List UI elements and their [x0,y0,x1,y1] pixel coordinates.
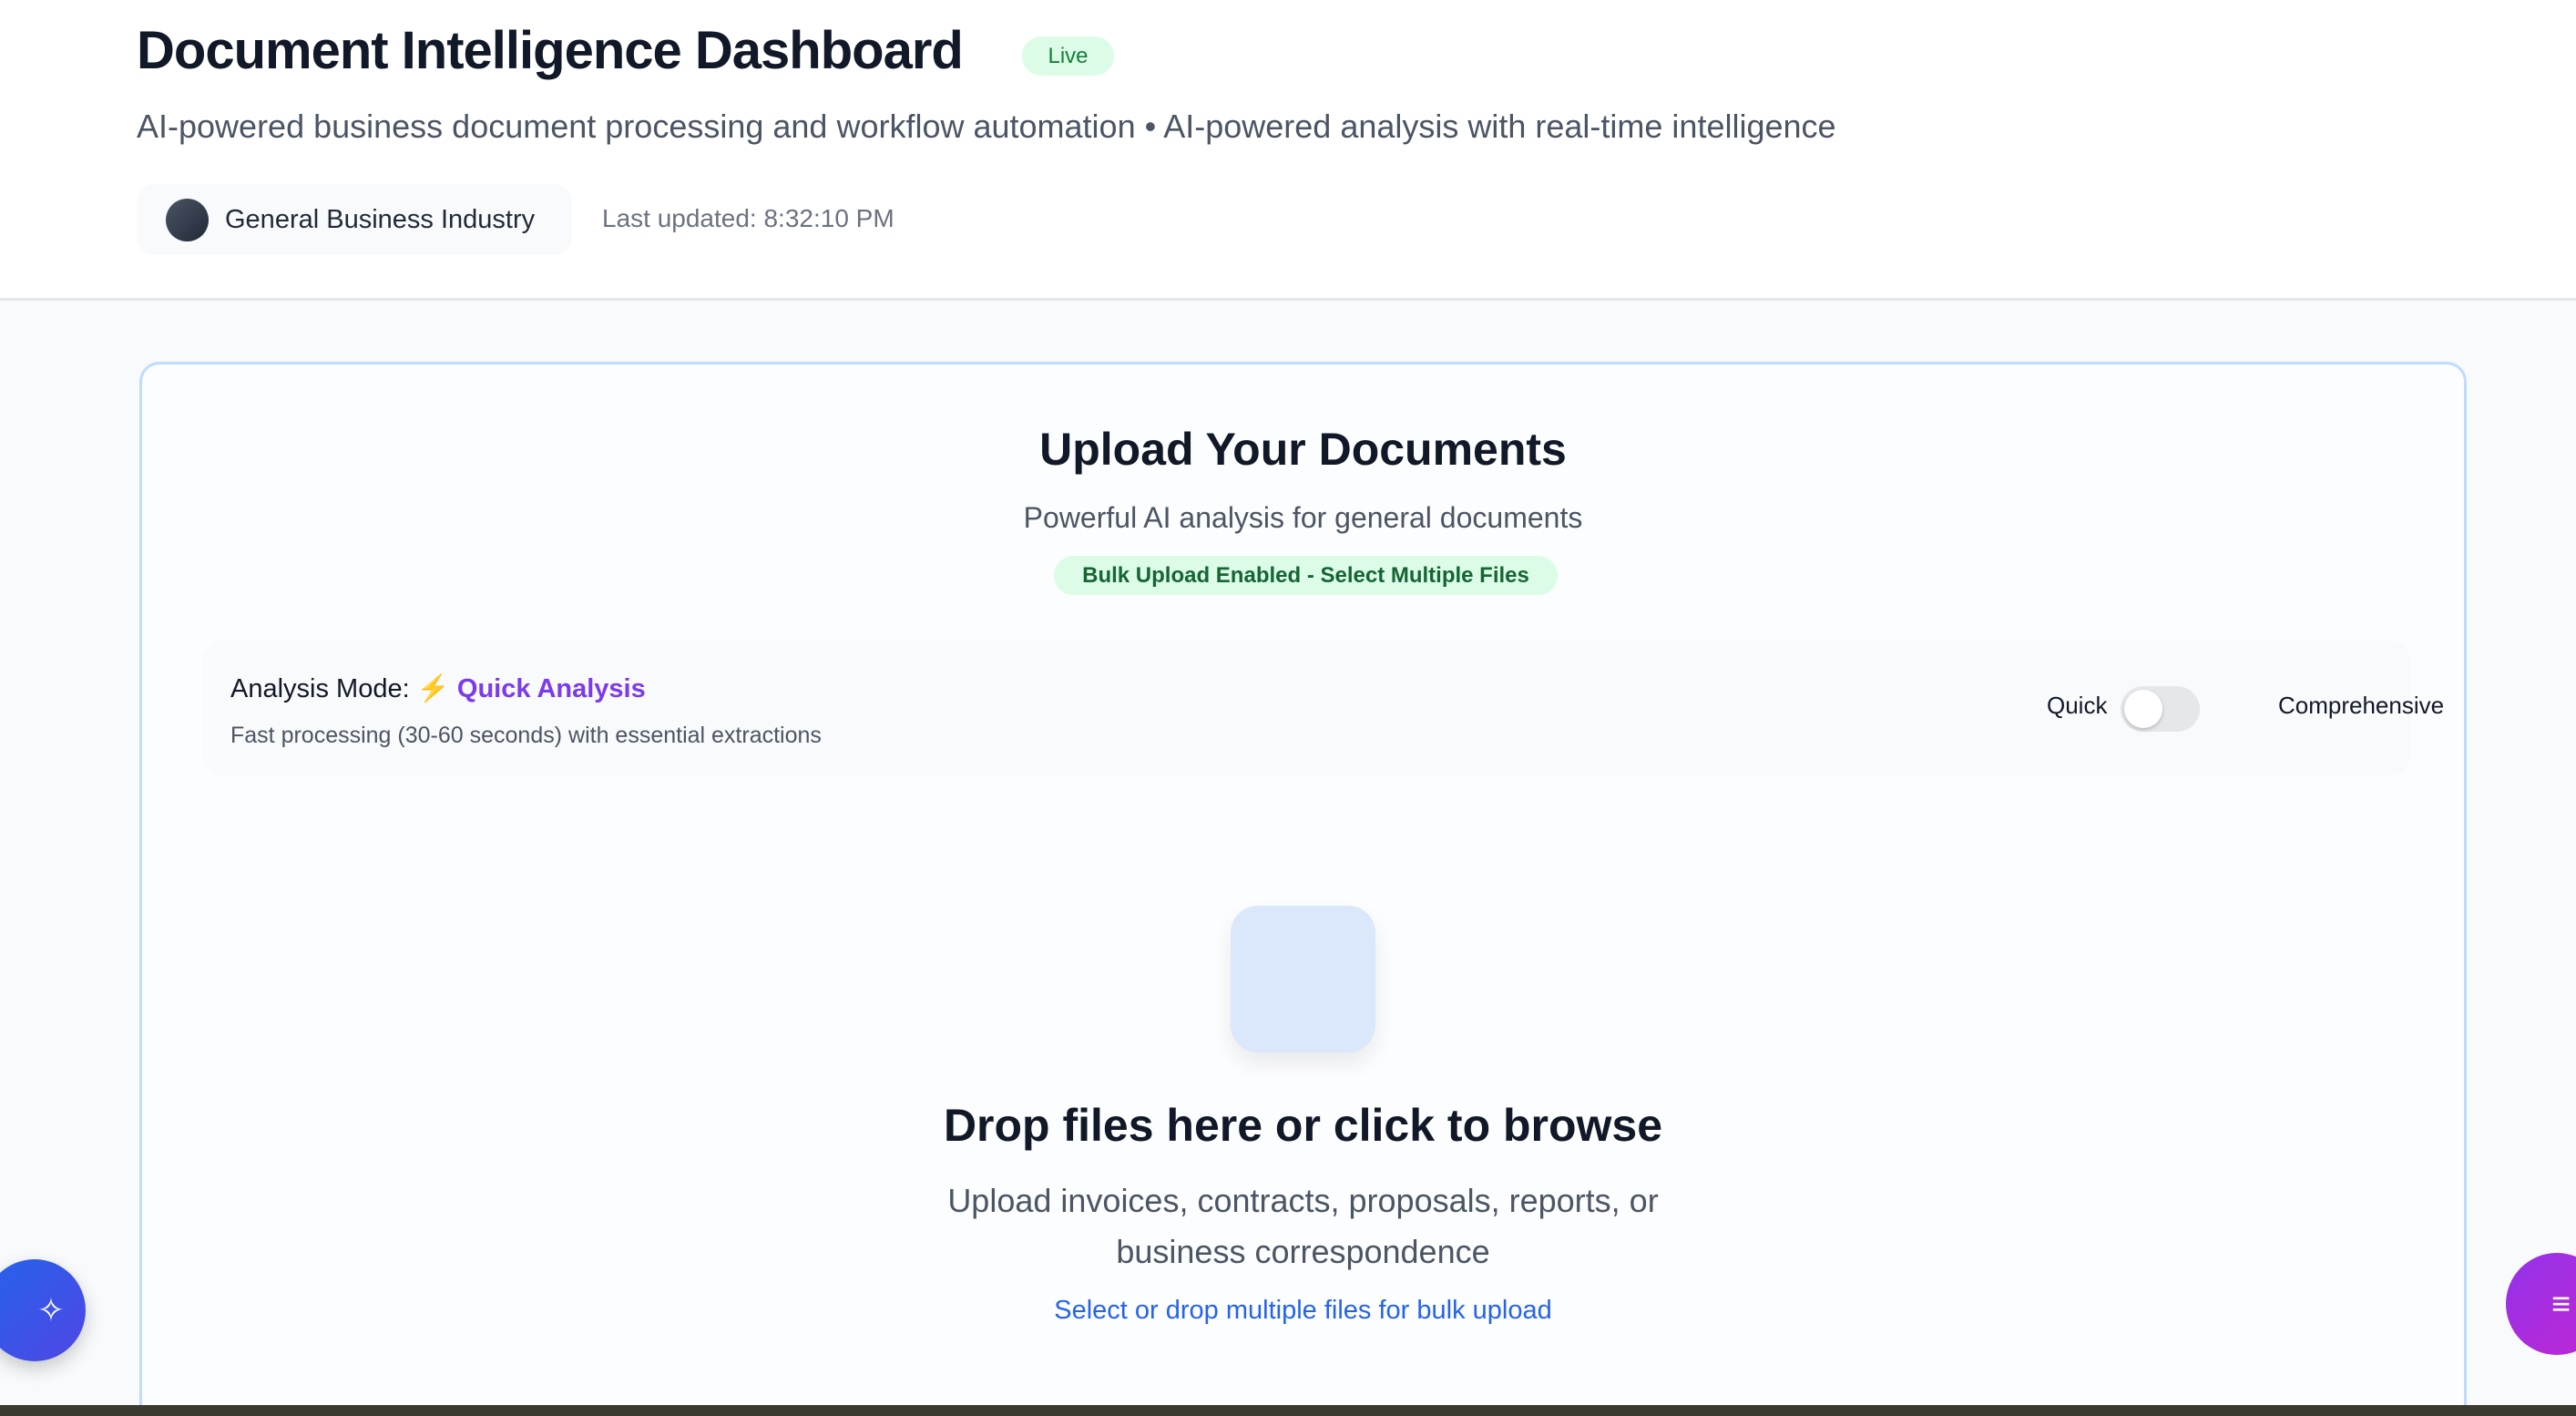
sparkles-icon: ✧ [36,1291,66,1329]
upload-icon [1231,906,1375,1052]
industry-avatar-icon [166,198,209,241]
page-subtitle: AI-powered business document processing … [137,108,1836,145]
toggle-knob [2124,690,2162,728]
menu-button[interactable]: ≡ [2506,1253,2576,1355]
mode-description: Fast processing (30-60 seconds) with ess… [230,723,822,748]
industry-label: General Business Industry [225,204,536,234]
bulk-upload-link[interactable]: Select or drop multiple files for bulk u… [142,1296,2464,1326]
lightning-icon: ⚡ [416,674,450,703]
upload-card[interactable]: Upload Your Documents Powerful AI analys… [139,362,2467,1416]
ai-assistant-button[interactable]: ✧ [0,1259,86,1361]
upload-title: Upload Your Documents [1039,424,1567,475]
industry-selector[interactable]: General Business Industry [137,184,572,255]
bulk-upload-badge: Bulk Upload Enabled - Select Multiple Fi… [1054,556,1558,595]
last-updated: Last updated: 8:32:10 PM [602,204,894,232]
drop-zone-title[interactable]: Drop files here or click to browse [142,1099,2464,1152]
analysis-mode-panel: Analysis Mode: ⚡ Quick Analysis Fast pro… [203,641,2444,775]
page-header: Document Intelligence Dashboard Live AI-… [0,0,2576,301]
mode-value: Quick Analysis [456,674,646,703]
analysis-mode-toggle[interactable] [2121,686,2200,732]
drop-zone-description: Upload invoices, contracts, proposals, r… [947,1182,1659,1270]
upload-subtitle: Powerful AI analysis for general documen… [1023,501,1583,534]
toggle-label-comprehensive: Comprehensive [2278,692,2445,719]
bottom-bar [0,1405,2576,1416]
live-status-badge: Live [1022,36,1114,76]
analysis-mode-label: Analysis Mode: ⚡ Quick Analysis [230,673,646,704]
mode-label-text: Analysis Mode: [230,674,410,703]
menu-icon: ≡ [2551,1285,2571,1322]
toggle-label-quick: Quick [2047,692,2108,719]
page-title: Document Intelligence Dashboard [137,21,964,80]
